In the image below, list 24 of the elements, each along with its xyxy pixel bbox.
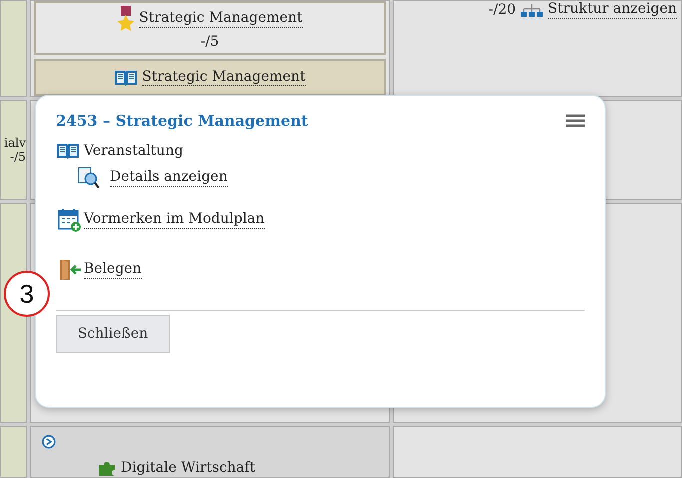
book-icon — [114, 68, 138, 86]
search-document-icon — [78, 167, 100, 189]
section-label: Veranstaltung — [84, 143, 184, 159]
calendar-add-icon — [58, 208, 82, 232]
book-icon — [56, 142, 80, 160]
cell-text: ialv — [4, 136, 26, 150]
menu-icon[interactable] — [566, 113, 585, 129]
action-link[interactable]: Vormerken im Modulplan — [84, 211, 265, 229]
cell-text: -/5 — [10, 150, 26, 164]
module-score: -/5 — [200, 34, 220, 50]
medal-icon — [117, 6, 136, 32]
close-button[interactable]: Schließen — [56, 315, 170, 353]
grid-cell — [0, 426, 27, 478]
module-link[interactable]: Strategic Management — [142, 68, 306, 86]
action-link[interactable]: Details anzeigen — [110, 169, 228, 187]
action-link[interactable]: Belegen — [84, 261, 142, 279]
structure-score: -/20 — [488, 2, 516, 18]
structure-icon — [520, 2, 544, 18]
puzzle-icon — [97, 459, 117, 477]
door-enter-icon — [58, 259, 82, 281]
module-title: Digitale Wirtschaft — [121, 460, 256, 476]
structure-link[interactable]: Struktur anzeigen — [548, 1, 677, 19]
module-link[interactable]: Strategic Management — [139, 10, 303, 28]
popup-title: 2453 – Strategic Management — [56, 112, 308, 130]
